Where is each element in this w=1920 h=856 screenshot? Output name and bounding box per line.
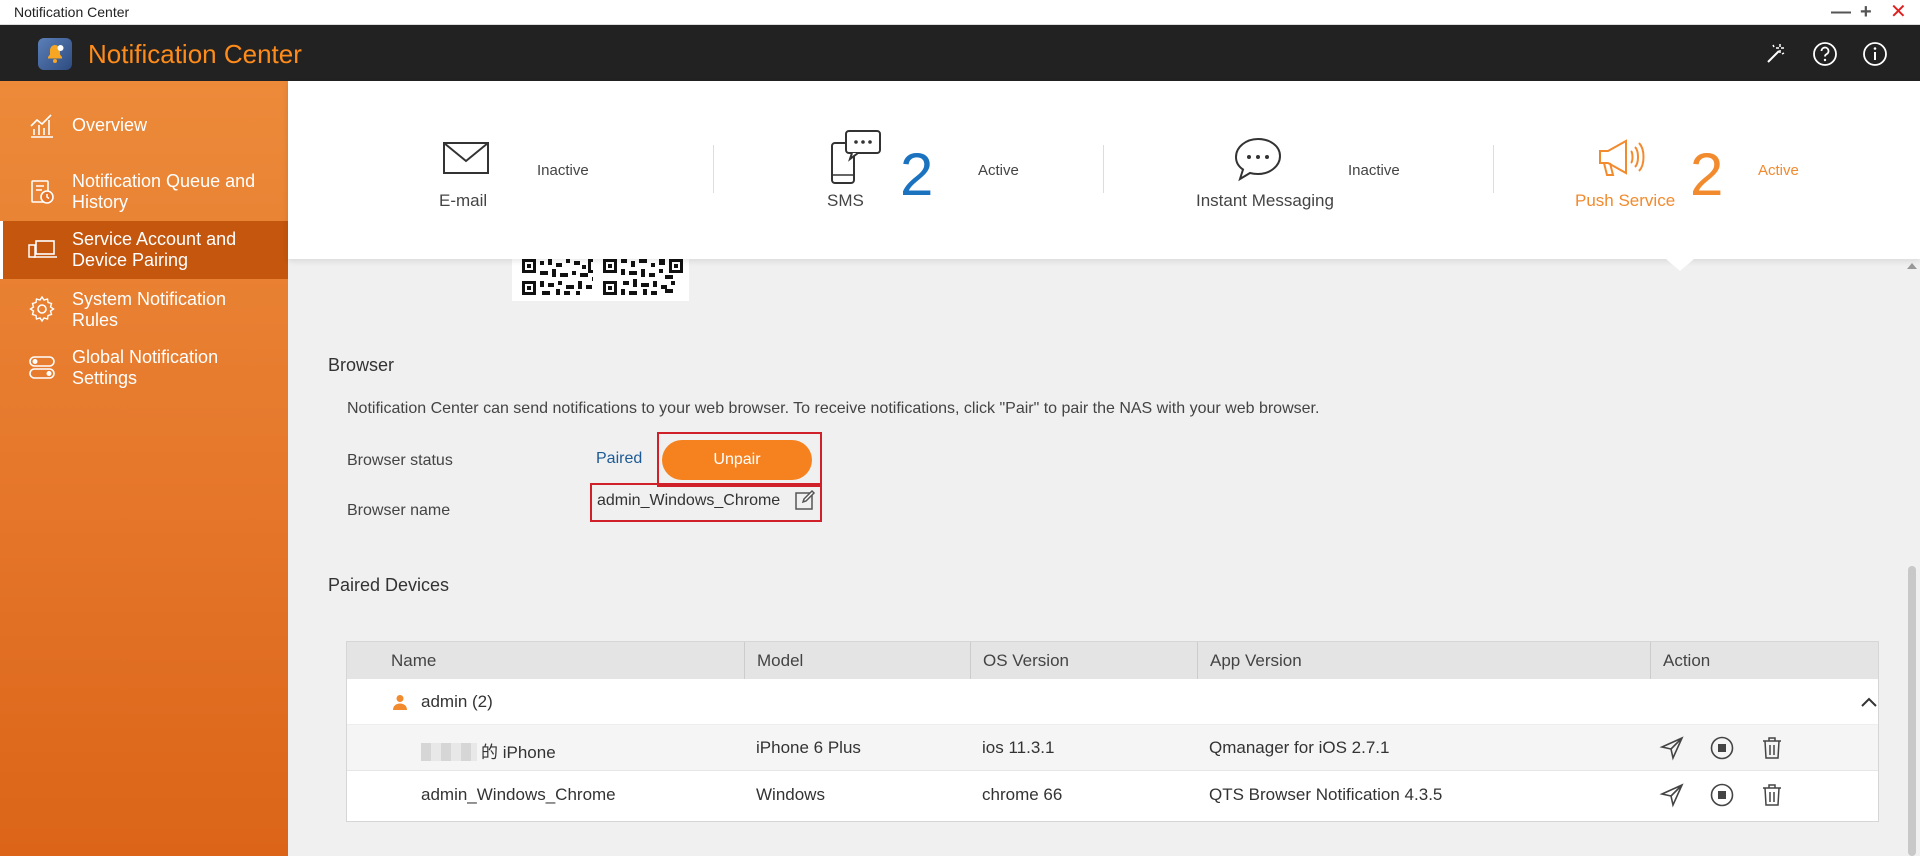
history-icon xyxy=(27,177,57,207)
tab-divider xyxy=(713,145,714,193)
sidebar-item-overview[interactable]: Overview xyxy=(0,105,288,147)
sidebar-item-label: System Notification Rules xyxy=(72,289,227,330)
device-name-cell: admin_Windows_Chrome xyxy=(421,785,616,804)
browser-description: Notification Center can send notificatio… xyxy=(347,400,1320,417)
tab-count: 2 xyxy=(900,141,934,208)
table-row[interactable]: admin_Windows_Chrome Windows chrome 66 Q… xyxy=(347,772,1878,818)
chevron-up-icon[interactable] xyxy=(1859,693,1879,711)
paired-devices-title: Paired Devices xyxy=(328,575,450,595)
browser-name-label: Browser name xyxy=(347,502,451,519)
tab-push-service[interactable]: Push Service 2 Active xyxy=(1528,81,1858,259)
tab-label: SMS xyxy=(827,191,864,210)
edit-icon[interactable] xyxy=(794,489,818,513)
service-tabs: E-mail Inactive SMS 2 Active Instant Mes… xyxy=(288,81,1920,271)
redacted-name xyxy=(421,743,477,761)
browser-status-value: Paired xyxy=(596,450,643,467)
browser-section-title: Browser xyxy=(328,355,395,375)
app-header: Notification Center xyxy=(0,25,1920,81)
scrollbar-thumb[interactable] xyxy=(1908,566,1916,856)
help-icon[interactable] xyxy=(1812,41,1838,67)
chart-icon xyxy=(27,111,57,141)
table-header: Name Model OS Version App Version Action xyxy=(347,642,1878,679)
app-logo-icon xyxy=(38,38,72,70)
tab-status: Active xyxy=(1758,162,1799,179)
sidebar-item-label: Global Notification Settings xyxy=(72,347,219,388)
device-os-cell: ios 11.3.1 xyxy=(982,738,1055,757)
chat-bubble-icon xyxy=(1230,133,1286,189)
megaphone-icon xyxy=(1592,131,1648,187)
column-header-model[interactable]: Model xyxy=(744,642,970,679)
close-icon[interactable]: ✕ xyxy=(1890,1,1907,23)
vertical-scrollbar[interactable] xyxy=(1904,259,1920,856)
tab-count: 2 xyxy=(1690,141,1724,208)
group-label: admin (2) xyxy=(421,692,493,711)
gear-icon xyxy=(27,294,57,324)
device-os-cell: chrome 66 xyxy=(982,785,1063,804)
stop-icon[interactable] xyxy=(1709,782,1735,808)
column-header-app-version[interactable]: App Version xyxy=(1197,642,1650,679)
minimize-icon[interactable]: — xyxy=(1831,1,1851,23)
sidebar-item-service-account[interactable]: Service Account and Device Pairing xyxy=(0,221,288,279)
tab-status: Active xyxy=(978,162,1019,179)
column-header-action: Action xyxy=(1650,642,1878,679)
paired-devices-table: Name Model OS Version App Version Action… xyxy=(346,641,1879,822)
device-name-cell: 的 iPhone xyxy=(421,738,556,763)
device-app-cell: Qmanager for iOS 2.7.1 xyxy=(1209,738,1390,757)
devices-icon xyxy=(27,235,57,265)
sidebar-item-label: Overview xyxy=(72,115,148,135)
scroll-up-icon[interactable] xyxy=(1907,263,1917,269)
tab-divider xyxy=(1103,145,1104,193)
maximize-icon[interactable]: + xyxy=(1860,1,1872,23)
column-header-name[interactable]: Name xyxy=(347,642,744,679)
tab-label: E-mail xyxy=(439,191,488,210)
window-title: Notification Center xyxy=(14,4,130,20)
envelope-icon xyxy=(440,131,496,187)
trash-icon[interactable] xyxy=(1759,782,1785,808)
device-model-cell: iPhone 6 Plus xyxy=(756,738,861,757)
main-content: E-mail Inactive SMS 2 Active Instant Mes… xyxy=(288,81,1920,856)
table-row[interactable]: 的 iPhone iPhone 6 Plus ios 11.3.1 Qmanag… xyxy=(347,725,1878,771)
sidebar: Overview Notification Queue and History … xyxy=(0,81,288,856)
browser-name-value: admin_Windows_Chrome xyxy=(597,492,781,509)
trash-icon[interactable] xyxy=(1759,735,1785,761)
tab-status: Inactive xyxy=(537,162,589,179)
group-row[interactable]: admin (2) xyxy=(347,679,1878,725)
tab-label: Push Service xyxy=(1575,191,1676,210)
device-app-cell: QTS Browser Notification 4.3.5 xyxy=(1209,785,1443,804)
sidebar-item-notification-queue[interactable]: Notification Queue and History xyxy=(0,167,288,217)
sidebar-item-global-settings[interactable]: Global Notification Settings xyxy=(0,341,288,393)
send-test-icon[interactable] xyxy=(1659,735,1685,761)
tab-divider xyxy=(1493,145,1494,193)
browser-status-label: Browser status xyxy=(347,452,453,469)
sidebar-item-label: Notification Queue and History xyxy=(72,171,256,212)
app-title: Notification Center xyxy=(88,39,302,69)
unpair-button[interactable]: Unpair xyxy=(662,440,812,480)
tab-label: Instant Messaging xyxy=(1196,191,1334,210)
sms-phone-icon xyxy=(828,129,884,185)
magic-wand-icon[interactable] xyxy=(1762,41,1788,67)
sidebar-item-label: Service Account and Device Pairing xyxy=(72,229,237,270)
device-model-cell: Windows xyxy=(756,785,825,804)
user-icon xyxy=(393,695,407,710)
tab-status: Inactive xyxy=(1348,162,1400,179)
tab-sms[interactable]: SMS 2 Active xyxy=(748,81,1068,259)
sidebar-item-system-rules[interactable]: System Notification Rules xyxy=(0,283,288,335)
info-icon[interactable] xyxy=(1862,41,1888,67)
active-tab-caret xyxy=(1666,259,1694,271)
toggle-icon xyxy=(27,352,57,382)
tab-email[interactable]: E-mail Inactive xyxy=(388,81,638,259)
column-header-os-version[interactable]: OS Version xyxy=(970,642,1197,679)
tab-instant-messaging[interactable]: Instant Messaging Inactive xyxy=(1138,81,1458,259)
stop-icon[interactable] xyxy=(1709,735,1735,761)
window-titlebar: Notification Center — + ✕ xyxy=(0,0,1920,25)
send-test-icon[interactable] xyxy=(1659,782,1685,808)
